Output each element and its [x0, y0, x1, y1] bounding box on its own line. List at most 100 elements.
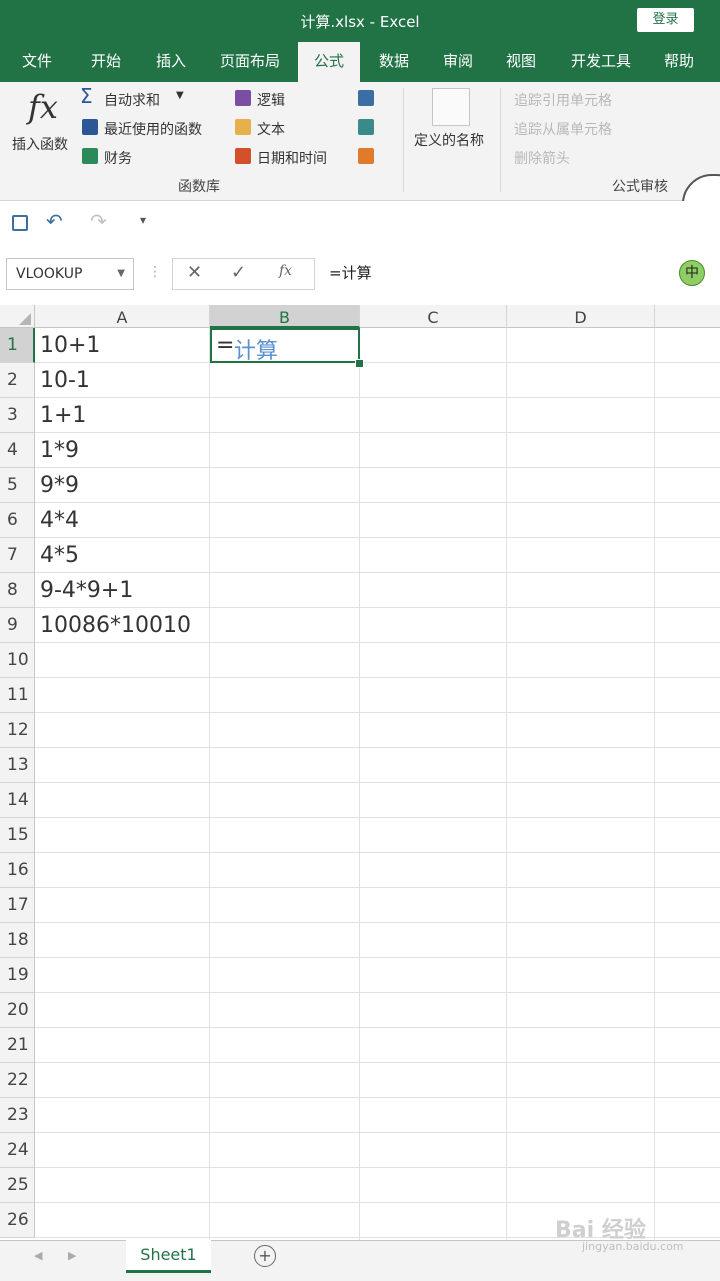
row-header-21[interactable]: 21 — [0, 1028, 35, 1063]
undo-icon[interactable]: ↶ — [46, 209, 63, 233]
row-header-12[interactable]: 12 — [0, 713, 35, 748]
customize-qat-icon[interactable]: ▾ — [140, 213, 146, 227]
tab-developer[interactable]: 开发工具 — [556, 40, 646, 82]
fill-handle[interactable] — [355, 359, 364, 368]
select-all-corner[interactable] — [0, 305, 35, 328]
row-header-20[interactable]: 20 — [0, 993, 35, 1028]
enter-icon[interactable]: ✓ — [231, 262, 246, 283]
login-button[interactable]: 登录 — [637, 8, 694, 32]
tab-view[interactable]: 视图 — [492, 40, 550, 82]
column-header-b[interactable]: B — [210, 305, 360, 328]
row-header-13[interactable]: 13 — [0, 748, 35, 783]
sheet-tab-sheet1[interactable]: Sheet1 — [126, 1240, 211, 1273]
worksheet-grid[interactable]: A B C D 1 2 3 4 5 6 7 8 9 10 11 12 13 14 15 16 17 18 19 20 2… — [0, 305, 720, 1240]
group-divider — [403, 88, 404, 192]
column-header-d[interactable]: D — [507, 305, 655, 328]
chevron-down-icon[interactable]: ▼ — [117, 259, 125, 289]
trace-dependents-button[interactable]: 追踪从属单元格 — [514, 119, 612, 139]
row-header-7[interactable]: 7 — [0, 538, 35, 573]
name-manager-icon — [432, 88, 470, 126]
add-sheet-button[interactable]: + — [254, 1245, 276, 1267]
column-header-e[interactable] — [655, 305, 720, 328]
row-header-8[interactable]: 8 — [0, 573, 35, 608]
cell-a9[interactable]: 10086*10010 — [40, 613, 191, 638]
row-header-26[interactable]: 26 — [0, 1203, 35, 1238]
tab-home[interactable]: 开始 — [76, 40, 136, 82]
more-functions-icon[interactable] — [358, 148, 374, 164]
redo-icon[interactable]: ↷ — [90, 209, 107, 233]
cell-a1[interactable]: 10+1 — [40, 333, 100, 358]
cancel-icon[interactable]: ✕ — [187, 262, 202, 283]
name-box-value: VLOOKUP — [16, 266, 83, 282]
tab-formulas[interactable]: 公式 — [298, 42, 360, 82]
row-header-4[interactable]: 4 — [0, 433, 35, 468]
cell-a2[interactable]: 10-1 — [40, 368, 90, 393]
insert-function-icon[interactable]: fx — [279, 263, 292, 279]
tab-help[interactable]: 帮助 — [650, 40, 708, 82]
row-header-16[interactable]: 16 — [0, 853, 35, 888]
row-header-10[interactable]: 10 — [0, 643, 35, 678]
gridline — [35, 397, 720, 398]
gridline — [35, 502, 720, 503]
ime-indicator[interactable]: 中 — [679, 260, 705, 286]
row-header-2[interactable]: 2 — [0, 363, 35, 398]
row-header-19[interactable]: 19 — [0, 958, 35, 993]
row-header-24[interactable]: 24 — [0, 1133, 35, 1168]
formula-controls: ✕ ✓ fx — [172, 258, 314, 290]
formula-input[interactable]: =计算 — [314, 258, 720, 290]
gridline — [209, 328, 210, 1240]
cell-a5[interactable]: 9*9 — [40, 473, 79, 498]
ribbon-tabs: 文件 开始 插入 页面布局 公式 数据 审阅 视图 开发工具 帮助 — [0, 40, 720, 82]
lookup-icon[interactable] — [358, 90, 374, 106]
tab-file[interactable]: 文件 — [8, 40, 66, 82]
define-name-button[interactable]: 定义的名称 — [412, 86, 492, 176]
ime-label: 中 — [685, 265, 699, 281]
row-header-15[interactable]: 15 — [0, 818, 35, 853]
name-box[interactable]: VLOOKUP ▼ — [6, 258, 134, 290]
tab-data[interactable]: 数据 — [364, 40, 424, 82]
trace-precedents-button[interactable]: 追踪引用单元格 — [514, 90, 612, 110]
cell-b1-active[interactable]: = 计算 — [210, 328, 360, 364]
row-header-23[interactable]: 23 — [0, 1098, 35, 1133]
row-header-3[interactable]: 3 — [0, 398, 35, 433]
cell-a3[interactable]: 1+1 — [40, 403, 86, 428]
row-header-18[interactable]: 18 — [0, 923, 35, 958]
row-header-6[interactable]: 6 — [0, 503, 35, 538]
column-header-a[interactable]: A — [35, 305, 210, 328]
cell-a4[interactable]: 1*9 — [40, 438, 79, 463]
row-header-22[interactable]: 22 — [0, 1063, 35, 1098]
tab-review[interactable]: 审阅 — [428, 40, 488, 82]
row-header-14[interactable]: 14 — [0, 783, 35, 818]
datetime-button[interactable]: 日期和时间 — [233, 146, 348, 168]
cell-a7[interactable]: 4*5 — [40, 543, 79, 568]
column-header-c[interactable]: C — [360, 305, 507, 328]
logical-button[interactable]: 逻辑 — [233, 88, 313, 110]
cell-a6[interactable]: 4*4 — [40, 508, 79, 533]
autosum-button[interactable]: Σ 自动求和 ▼ — [80, 84, 195, 110]
quick-access-toolbar: ↶ ↷ ▾ — [0, 201, 720, 245]
row-header-11[interactable]: 11 — [0, 678, 35, 713]
row-header-1[interactable]: 1 — [0, 328, 35, 363]
text-label: 文本 — [257, 122, 285, 138]
recent-functions-button[interactable]: 最近使用的函数 — [80, 117, 225, 139]
recent-label: 最近使用的函数 — [104, 122, 202, 138]
remove-arrows-button[interactable]: 删除箭头 — [514, 148, 570, 168]
save-icon[interactable] — [12, 215, 28, 231]
gridline — [35, 712, 720, 713]
row-header-25[interactable]: 25 — [0, 1168, 35, 1203]
insert-function-button[interactable]: fx 插入函数 — [6, 86, 76, 156]
gridline — [35, 957, 720, 958]
scroll-left-icon[interactable]: ◀ — [34, 1249, 42, 1262]
gridline — [35, 852, 720, 853]
text-button[interactable]: 文本 — [233, 117, 313, 139]
row-header-17[interactable]: 17 — [0, 888, 35, 923]
row-header-5[interactable]: 5 — [0, 468, 35, 503]
cell-a8[interactable]: 9-4*9+1 — [40, 578, 133, 603]
tab-page-layout[interactable]: 页面布局 — [206, 40, 294, 82]
scroll-right-icon[interactable]: ▶ — [68, 1249, 76, 1262]
math-icon[interactable] — [358, 119, 374, 135]
financial-button[interactable]: 财务 — [80, 146, 160, 168]
tab-insert[interactable]: 插入 — [140, 40, 202, 82]
row-header-9[interactable]: 9 — [0, 608, 35, 643]
gridline — [35, 887, 720, 888]
